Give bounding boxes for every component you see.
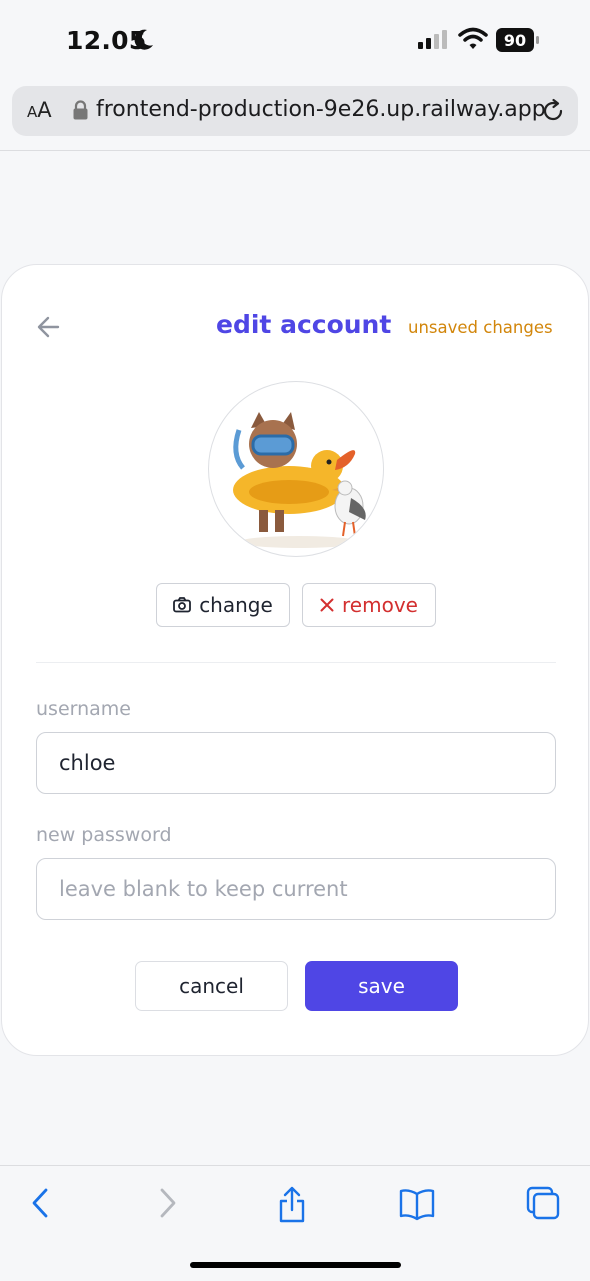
moon-icon <box>134 29 153 50</box>
reload-icon[interactable] <box>540 98 566 124</box>
section-divider <box>36 662 556 663</box>
cancel-button[interactable]: cancel <box>135 961 288 1011</box>
avatar <box>208 381 384 557</box>
username-input[interactable] <box>36 732 556 794</box>
change-label: change <box>199 593 273 617</box>
page-title: edit account <box>216 310 392 339</box>
home-indicator <box>190 1262 401 1268</box>
back-arrow-icon[interactable] <box>36 315 62 339</box>
back-icon[interactable] <box>28 1186 52 1220</box>
username-label: username <box>36 698 131 720</box>
bookmarks-icon[interactable] <box>399 1186 435 1222</box>
status-bar: 12.05 90 <box>0 0 590 80</box>
battery-level: 90 <box>503 30 527 50</box>
change-avatar-button[interactable]: change <box>156 583 290 627</box>
password-label: new password <box>36 824 172 846</box>
share-icon[interactable] <box>277 1186 307 1224</box>
address-bar[interactable]: AA frontend-production-9e26.up.railway.a… <box>12 86 578 136</box>
unsaved-changes-badge: unsaved changes <box>408 318 553 337</box>
url-text[interactable]: frontend-production-9e26.up.railway.app <box>96 97 546 122</box>
signal-icon <box>418 30 447 49</box>
browser-divider <box>0 150 590 151</box>
text-size-small: A <box>27 103 38 121</box>
lock-icon <box>73 100 88 120</box>
wifi-icon <box>458 27 488 49</box>
remove-avatar-button[interactable]: remove <box>302 583 436 627</box>
new-password-input[interactable] <box>36 858 556 920</box>
close-icon <box>320 598 334 612</box>
tabs-icon[interactable] <box>526 1186 560 1222</box>
camera-icon <box>173 597 192 613</box>
remove-label: remove <box>342 593 418 617</box>
avatar-illustration <box>233 412 366 548</box>
edit-account-card: edit account unsaved changes change remo… <box>1 264 589 1056</box>
forward-icon[interactable] <box>156 1186 180 1220</box>
save-button[interactable]: save <box>305 961 458 1011</box>
text-size-large: A <box>37 98 52 122</box>
text-size-button[interactable]: AA <box>27 98 52 122</box>
